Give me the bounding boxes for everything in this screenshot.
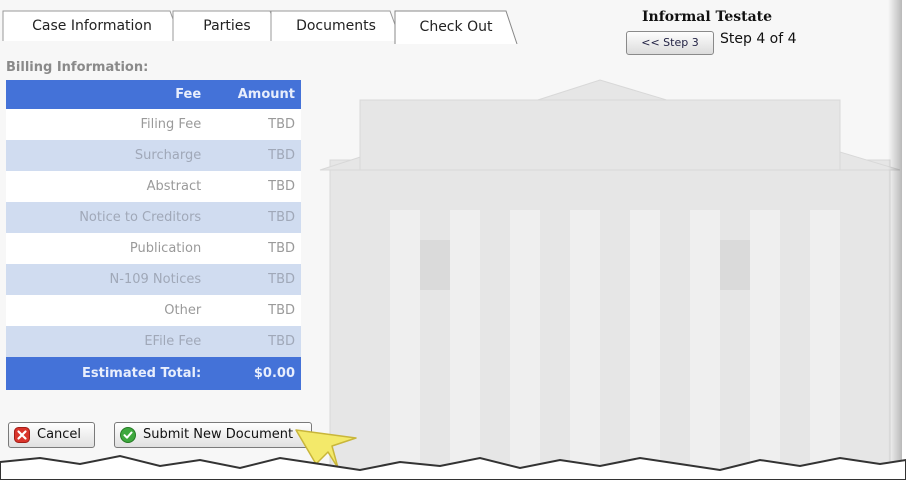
torn-edge-decoration bbox=[0, 454, 906, 480]
table-row: N-109 Notices TBD bbox=[6, 264, 301, 295]
fee-amount: TBD bbox=[207, 202, 301, 233]
table-row: Other TBD bbox=[6, 295, 301, 326]
total-label: Estimated Total: bbox=[6, 357, 208, 390]
fee-name: Filing Fee bbox=[6, 109, 208, 140]
billing-information-label: Billing Information: bbox=[6, 60, 149, 75]
table-row: Abstract TBD bbox=[6, 171, 301, 202]
column-header-fee: Fee bbox=[6, 80, 208, 109]
total-row: Estimated Total: $0.00 bbox=[6, 357, 301, 390]
total-amount: $0.00 bbox=[207, 357, 301, 390]
tab-case-information[interactable]: Case Information bbox=[2, 9, 182, 41]
fee-amount: TBD bbox=[207, 326, 301, 357]
fee-amount: TBD bbox=[207, 171, 301, 202]
table-row: Notice to Creditors TBD bbox=[6, 202, 301, 233]
fee-name: Surcharge bbox=[6, 140, 208, 171]
fee-name: Abstract bbox=[6, 171, 208, 202]
fee-name: Other bbox=[6, 295, 208, 326]
courthouse-background-image bbox=[319, 79, 901, 470]
table-row: Publication TBD bbox=[6, 233, 301, 264]
table-row: Filing Fee TBD bbox=[6, 109, 301, 140]
fee-name: N-109 Notices bbox=[6, 264, 208, 295]
billing-table: Fee Amount Filing Fee TBD Surcharge TBD … bbox=[6, 80, 301, 390]
tab-label: Check Out bbox=[419, 19, 493, 35]
table-row: Surcharge TBD bbox=[6, 140, 301, 171]
fee-amount: TBD bbox=[207, 140, 301, 171]
column-header-amount: Amount bbox=[207, 80, 301, 109]
tab-label: Case Information bbox=[32, 18, 152, 34]
fee-amount: TBD bbox=[207, 233, 301, 264]
tab-label: Parties bbox=[203, 18, 251, 34]
page-frame: Case Information Parties Documents Check… bbox=[0, 0, 902, 470]
page-edge-shadow bbox=[888, 0, 902, 470]
fee-amount: TBD bbox=[207, 295, 301, 326]
fee-name: EFile Fee bbox=[6, 326, 208, 357]
step-indicator: Step 4 of 4 bbox=[720, 31, 797, 47]
page-title: Informal Testate bbox=[642, 9, 773, 25]
previous-step-button[interactable]: << Step 3 bbox=[626, 31, 714, 55]
tab-documents[interactable]: Documents bbox=[270, 9, 402, 41]
tab-label: Documents bbox=[296, 18, 376, 34]
fee-name: Notice to Creditors bbox=[6, 202, 208, 233]
table-header-row: Fee Amount bbox=[6, 80, 301, 109]
fee-amount: TBD bbox=[207, 264, 301, 295]
tab-parties[interactable]: Parties bbox=[172, 9, 282, 41]
fee-name: Publication bbox=[6, 233, 208, 264]
table-row: EFile Fee TBD bbox=[6, 326, 301, 357]
tab-check-out[interactable]: Check Out bbox=[394, 10, 518, 44]
fee-amount: TBD bbox=[207, 109, 301, 140]
tab-bar: Case Information Parties Documents Check… bbox=[2, 9, 522, 44]
